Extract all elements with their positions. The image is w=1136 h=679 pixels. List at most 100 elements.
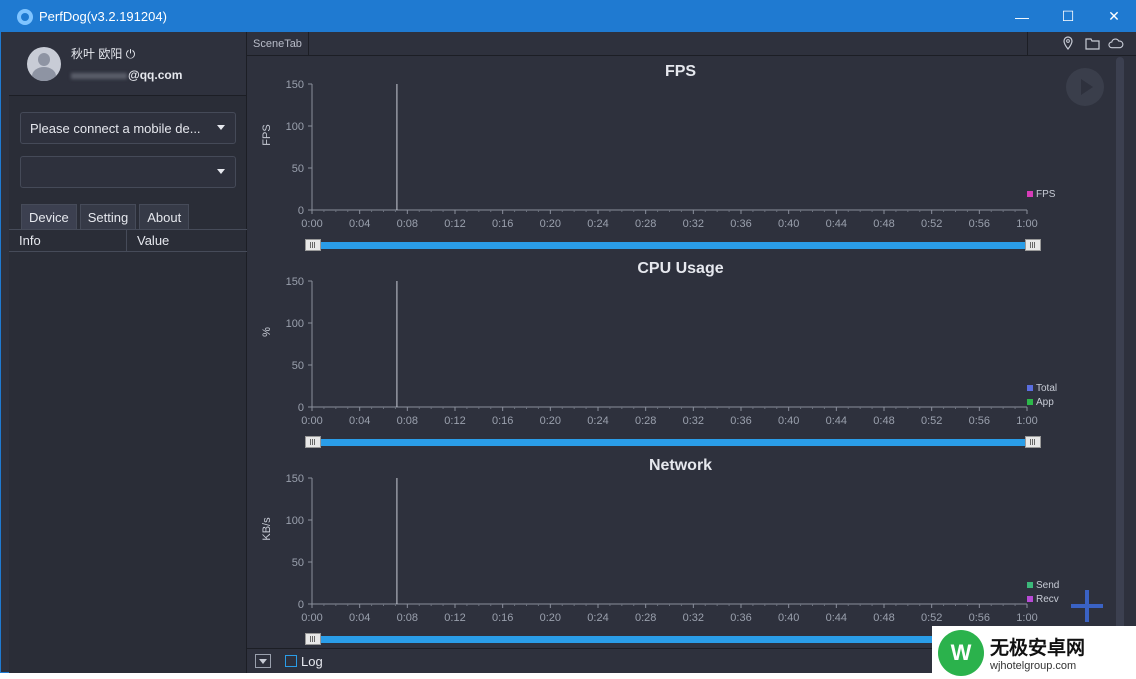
tab-scenetab[interactable]: SceneTab (247, 31, 309, 56)
x-tick-label: 0:16 (492, 218, 513, 230)
x-tick-label: 0:44 (826, 415, 847, 427)
x-tick-label: 0:04 (349, 218, 370, 230)
x-tick-label: 0:56 (969, 612, 990, 624)
legend-swatch (1027, 582, 1033, 588)
legend-item[interactable]: Send (1027, 578, 1059, 592)
x-tick-label: 1:00 (1016, 415, 1037, 427)
x-tick-label: 0:36 (730, 415, 751, 427)
user-name: 秋叶 欧阳 (71, 47, 123, 61)
y-tick-label: 0 (298, 402, 304, 414)
folder-icon[interactable] (1084, 35, 1100, 51)
watermark-logo-icon: W (938, 629, 984, 676)
y-tick-label: 0 (298, 599, 304, 611)
y-tick-label: 150 (286, 473, 304, 485)
x-tick-label: 0:24 (587, 218, 608, 230)
cloud-icon[interactable] (1108, 35, 1124, 51)
column-value[interactable]: Value (127, 230, 169, 251)
x-tick-label: 0:40 (778, 415, 799, 427)
x-tick-label: 0:52 (921, 612, 942, 624)
slider-handle-end[interactable] (1025, 239, 1041, 251)
x-tick-label: 0:08 (397, 612, 418, 624)
y-tick-label: 100 (286, 515, 304, 527)
vertical-scrollbar[interactable] (1116, 57, 1124, 647)
checkbox-icon (285, 655, 297, 667)
x-tick-label: 1:00 (1016, 612, 1037, 624)
time-range-slider[interactable] (305, 633, 1041, 645)
app-select[interactable] (20, 156, 236, 188)
y-tick-label: 50 (292, 557, 304, 569)
slider-handle-end[interactable] (1025, 436, 1041, 448)
minimize-button[interactable]: — (999, 1, 1045, 32)
y-tick-label: 0 (298, 205, 304, 217)
user-email: @qq.com (128, 68, 183, 82)
tab-setting[interactable]: Setting (79, 204, 137, 229)
x-tick-label: 0:40 (778, 218, 799, 230)
app-window: PerfDog(v3.2.191204) — ☐ ✕ 秋叶 欧阳 ⏻ @qq.c… (0, 0, 1136, 673)
avatar[interactable] (27, 46, 61, 81)
chart-legend: FPS (1027, 187, 1055, 201)
legend-item[interactable]: FPS (1027, 187, 1055, 201)
x-tick-label: 0:52 (921, 218, 942, 230)
tab-device[interactable]: Device (21, 204, 77, 229)
legend-swatch (1027, 399, 1033, 405)
time-range-slider[interactable] (305, 436, 1041, 448)
slider-handle-start[interactable] (305, 239, 321, 251)
tab-about[interactable]: About (139, 204, 190, 229)
x-tick-label: 0:40 (778, 612, 799, 624)
legend-label: FPS (1036, 188, 1056, 200)
y-tick-label: 100 (286, 121, 304, 133)
power-icon[interactable]: ⏻ (126, 47, 136, 61)
main-panel: SceneTab FPS FPS 0 50 100 150 0:00 0:04 0:08 0:12… (247, 31, 1136, 673)
legend-item[interactable]: Recv (1027, 592, 1059, 606)
chart-plot: 0 50 100 150 0:00 0:04 0:08 0:12 0:16 0:20 0:24 0:2… (286, 276, 1038, 427)
x-tick-label: 0:44 (826, 218, 847, 230)
x-tick-label: 0:32 (683, 612, 704, 624)
legend-item[interactable]: Total (1027, 381, 1057, 395)
chart-2: Network KB/s 0 50 100 150 0:00 0:04 0:08 0:12 0:16… (247, 457, 1117, 654)
x-tick-label: 0:20 (540, 415, 561, 427)
y-tick-label: 150 (286, 276, 304, 288)
email-redacted (71, 72, 127, 79)
x-tick-label: 0:12 (444, 612, 465, 624)
maximize-button[interactable]: ☐ (1045, 1, 1091, 32)
legend-label: Total (1036, 382, 1058, 394)
left-panel: 秋叶 欧阳 ⏻ @qq.com Please connect a mobile … (9, 32, 247, 673)
x-tick-label: 0:12 (444, 218, 465, 230)
x-tick-label: 0:48 (873, 415, 894, 427)
watermark-title: 无极安卓网 (990, 638, 1086, 659)
x-tick-label: 0:16 (492, 612, 513, 624)
scene-bar: SceneTab (247, 31, 1136, 56)
legend-item[interactable]: App (1027, 395, 1057, 409)
legend-label: Send (1036, 579, 1060, 591)
y-tick-label: 50 (292, 163, 304, 175)
column-info[interactable]: Info (9, 230, 127, 251)
x-tick-label: 0:20 (540, 612, 561, 624)
slider-handle-start[interactable] (305, 633, 321, 645)
close-button[interactable]: ✕ (1091, 1, 1136, 32)
x-tick-label: 0:48 (873, 218, 894, 230)
legend-swatch (1027, 596, 1033, 602)
x-tick-label: 0:24 (587, 415, 608, 427)
location-icon[interactable] (1060, 35, 1076, 51)
x-tick-label: 0:04 (349, 415, 370, 427)
expand-log-button[interactable] (255, 654, 271, 668)
watermark-url: wjhotelgroup.com (990, 660, 1077, 672)
log-checkbox[interactable]: Log (285, 654, 323, 669)
x-tick-label: 0:36 (730, 218, 751, 230)
y-tick-label: 150 (286, 79, 304, 91)
x-tick-label: 0:24 (587, 612, 608, 624)
x-tick-label: 0:32 (683, 218, 704, 230)
x-tick-label: 0:00 (301, 612, 322, 624)
time-range-slider[interactable] (305, 239, 1041, 251)
chevron-down-icon (217, 169, 225, 174)
watermark: W 无极安卓网 wjhotelgroup.com (932, 626, 1136, 679)
add-chart-button[interactable] (1071, 590, 1103, 622)
x-tick-label: 0:16 (492, 415, 513, 427)
x-tick-label: 0:28 (635, 415, 656, 427)
x-tick-label: 0:36 (730, 612, 751, 624)
slider-handle-start[interactable] (305, 436, 321, 448)
device-select[interactable]: Please connect a mobile de... (20, 112, 236, 144)
chevron-down-icon (217, 125, 225, 130)
chart-plot: 0 50 100 150 0:00 0:04 0:08 0:12 0:16 0:20 0:24 0:2… (286, 79, 1038, 230)
y-tick-label: 100 (286, 318, 304, 330)
